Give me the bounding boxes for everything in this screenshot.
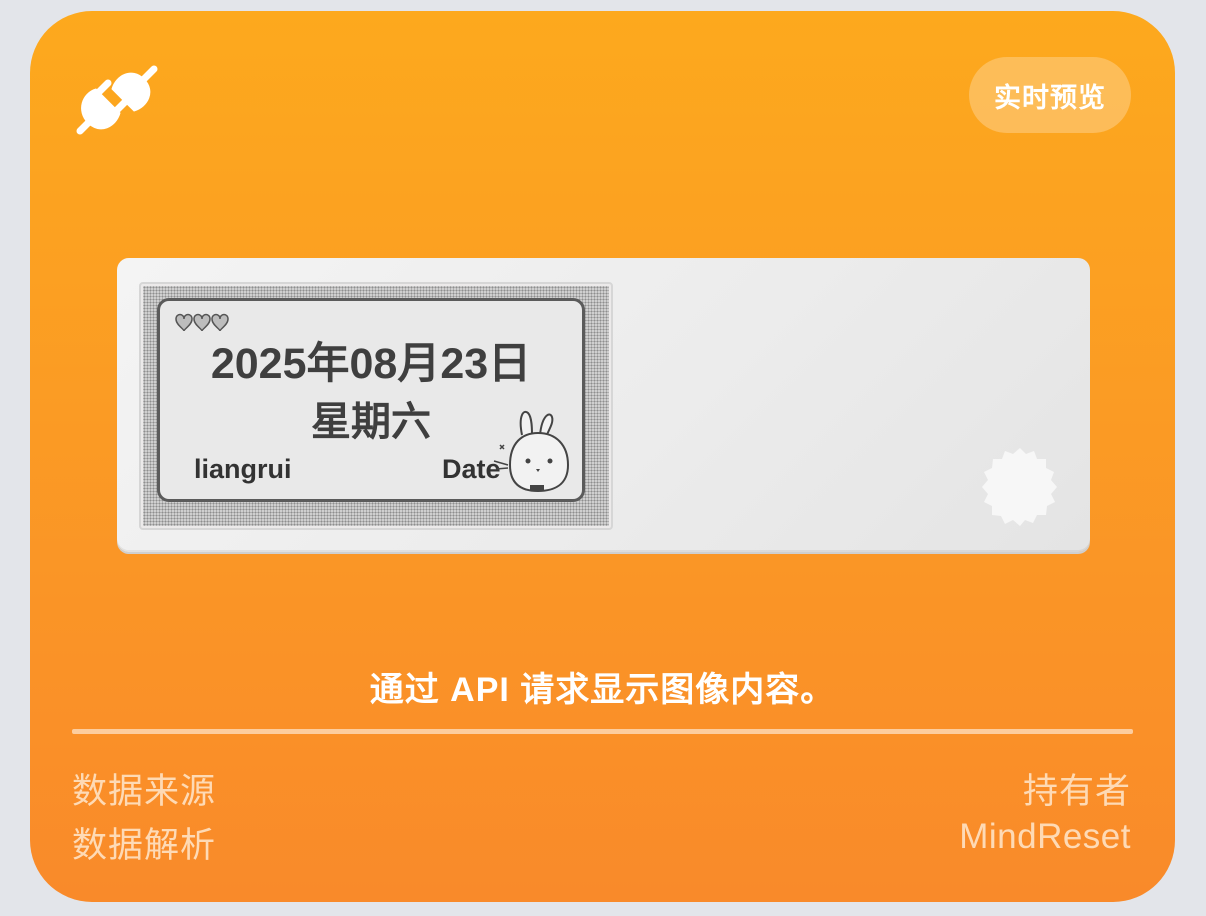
description-text: 通过 API 请求显示图像内容。 <box>369 671 836 709</box>
device-preview: 2025年08月23日 星期六 liangrui Date <box>117 258 1090 552</box>
data-source-label: 数据来源 <box>72 772 217 811</box>
screen-date-text: 2025年08月23日 <box>210 340 532 388</box>
plugin-card[interactable]: 实时预览 2025年08月23日 星期六 liangrui Date 通过 AP… <box>30 11 1175 902</box>
bunny-icon <box>488 405 574 493</box>
screen-content: 2025年08月23日 星期六 liangrui Date <box>157 298 585 502</box>
divider <box>72 729 1133 734</box>
data-parse-label: 数据解析 <box>72 826 217 865</box>
device-screen: 2025年08月23日 星期六 liangrui Date <box>139 282 613 530</box>
plug-icon <box>68 53 164 149</box>
owner-label: 持有者 <box>1022 772 1131 811</box>
screen-username: liangrui <box>194 454 292 484</box>
owner-value: MindReset <box>959 817 1131 856</box>
device-button-icon <box>975 444 1065 534</box>
live-preview-button[interactable]: 实时预览 <box>969 57 1131 133</box>
